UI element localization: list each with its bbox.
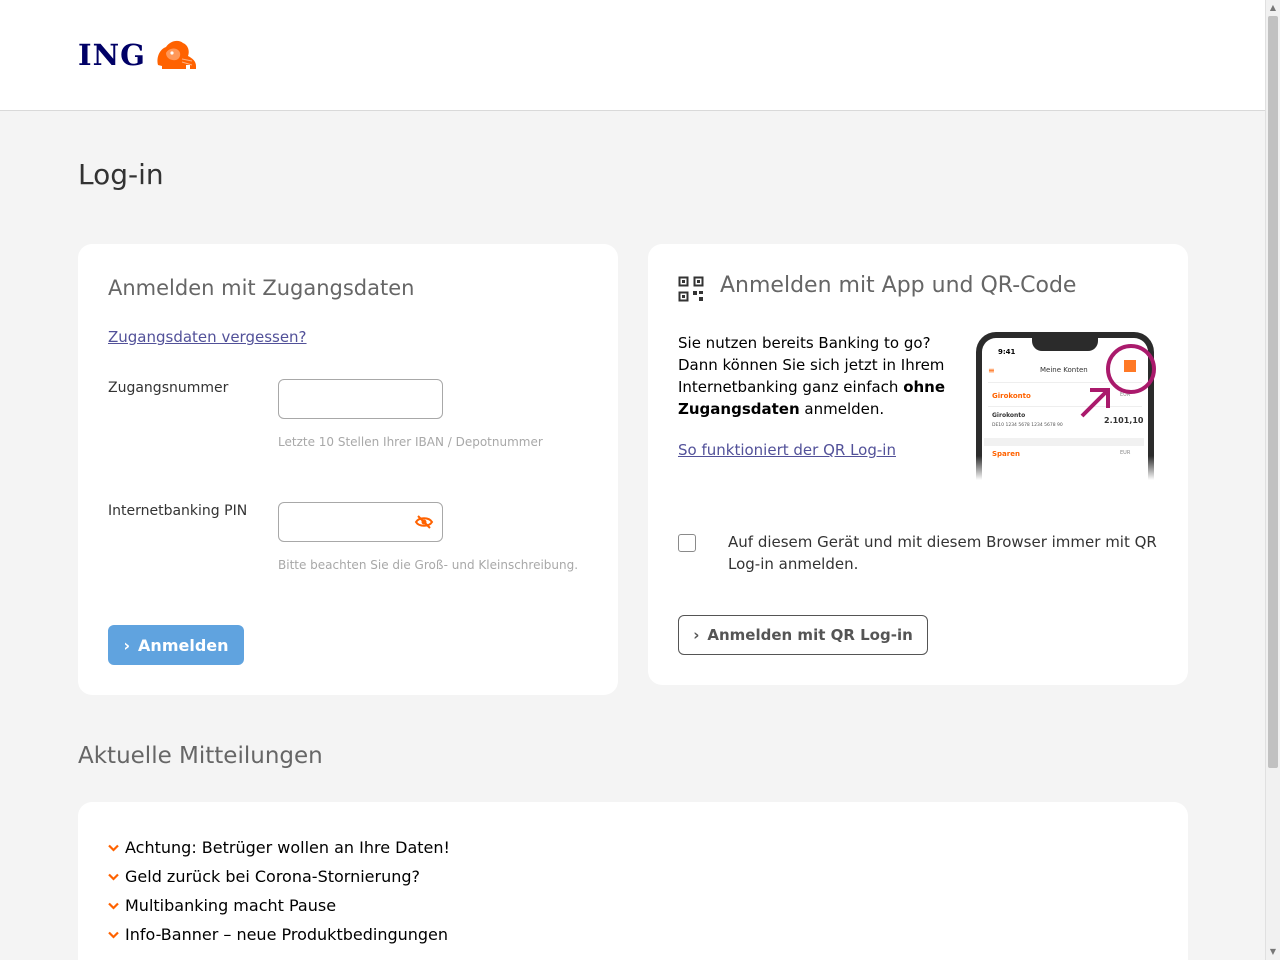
- news-item-label: Achtung: Betrüger wollen an Ihre Daten!: [125, 838, 450, 857]
- chevron-right-icon: ›: [693, 626, 700, 644]
- chevron-right-icon: ›: [123, 635, 131, 655]
- remember-qr-checkbox[interactable]: [678, 534, 696, 552]
- lion-icon: [157, 40, 196, 69]
- news-item[interactable]: Geld zurück bei Corona-Stornierung?: [108, 862, 450, 891]
- scroll-up-icon[interactable]: ▲: [1268, 3, 1278, 13]
- news-section-title: Aktuelle Mitteilungen: [78, 743, 323, 769]
- qr-description: Sie nutzen bereits Banking to go? Dann k…: [678, 334, 946, 418]
- scroll-down-icon[interactable]: ▼: [1268, 947, 1278, 957]
- qr-login-card: Anmelden mit App und QR-Code Sie nutzen …: [648, 244, 1188, 685]
- news-list: Achtung: Betrüger wollen an Ihre Daten! …: [108, 833, 450, 949]
- qr-code-icon: [678, 276, 704, 302]
- page-title: Log-in: [78, 158, 164, 191]
- pin-label: Internetbanking PIN: [108, 503, 248, 519]
- account-number-hint: Letzte 10 Stellen Ihrer IBAN / Depotnumm…: [278, 435, 543, 449]
- credentials-login-card: Anmelden mit Zugangsdaten Zugangsdaten v…: [78, 244, 618, 695]
- phone-illustration: 9:41 ≡ Meine Konten Girokonto EUR Giroko…: [974, 330, 1158, 480]
- ing-logo[interactable]: ING: [78, 38, 198, 72]
- remember-qr-label: Auf diesem Gerät und mit diesem Browser …: [728, 533, 1157, 573]
- news-item-label: Info-Banner – neue Produktbedingungen: [125, 925, 449, 944]
- qr-how-it-works-link[interactable]: So funktioniert der QR Log-in: [678, 441, 896, 459]
- login-button[interactable]: › Anmelden: [108, 625, 244, 665]
- forgot-credentials-link[interactable]: Zugangsdaten vergessen?: [108, 328, 307, 346]
- page: ING Log-in Anmelden mit Zugangsdaten Zug…: [0, 0, 1265, 960]
- account-number-input[interactable]: [278, 379, 443, 419]
- login-button-label: Anmelden: [138, 635, 229, 655]
- credentials-heading: Anmelden mit Zugangsdaten: [108, 276, 415, 300]
- chevron-down-icon: [108, 873, 125, 881]
- header: ING: [0, 0, 1265, 111]
- scrollbar-thumb[interactable]: [1268, 16, 1278, 768]
- qr-heading: Anmelden mit App und QR-Code: [720, 273, 1077, 298]
- news-card: Achtung: Betrüger wollen an Ihre Daten! …: [78, 802, 1188, 960]
- pin-hint: Bitte beachten Sie die Groß- und Kleinsc…: [278, 558, 579, 572]
- chevron-down-icon: [108, 902, 125, 910]
- logo-text: ING: [78, 38, 146, 72]
- qr-highlight-icon: [1080, 344, 1156, 418]
- news-item[interactable]: Multibanking macht Pause: [108, 891, 450, 920]
- news-item-label: Geld zurück bei Corona-Stornierung?: [125, 867, 421, 886]
- news-item-label: Multibanking macht Pause: [125, 896, 337, 915]
- chevron-down-icon: [108, 844, 125, 852]
- chevron-down-icon: [108, 931, 125, 939]
- toggle-visibility-icon[interactable]: [414, 514, 434, 530]
- news-item[interactable]: Info-Banner – neue Produktbedingungen: [108, 920, 450, 949]
- news-item[interactable]: Achtung: Betrüger wollen an Ihre Daten!: [108, 833, 450, 862]
- qr-login-button-label: Anmelden mit QR Log-in: [707, 626, 913, 644]
- qr-login-button[interactable]: › Anmelden mit QR Log-in: [678, 615, 928, 655]
- account-number-label: Zugangsnummer: [108, 380, 229, 396]
- page-scrollbar[interactable]: ▲ ▼: [1265, 0, 1280, 960]
